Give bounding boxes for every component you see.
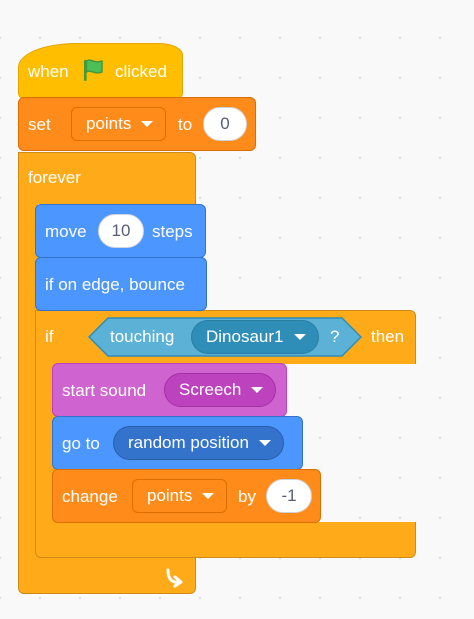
change-value-input[interactable]: -1 (266, 479, 312, 513)
bounce-label: if on edge, bounce (45, 275, 185, 294)
move-steps-input[interactable]: 10 (98, 214, 144, 248)
chevron-down-icon (251, 387, 264, 393)
if-label: if (45, 327, 54, 346)
touching-condition[interactable]: touching Dinosaur1 ? (88, 317, 362, 357)
clicked-label: clicked (115, 62, 167, 81)
chevron-down-icon (141, 121, 154, 127)
steps-label: steps (152, 222, 193, 241)
touching-question: ? (330, 327, 340, 346)
chevron-down-icon (258, 440, 271, 446)
by-label: by (238, 487, 256, 506)
chevron-down-icon (293, 334, 306, 340)
touching-target-value: Dinosaur1 (206, 327, 284, 346)
set-variable-dropdown[interactable]: points (71, 107, 167, 141)
touching-target-dropdown[interactable]: Dinosaur1 (191, 320, 319, 354)
go-to-target-dropdown[interactable]: random position (113, 426, 284, 460)
if-block-foot (35, 522, 416, 558)
chevron-down-icon (202, 493, 215, 499)
touching-label: touching (110, 327, 175, 346)
sound-dropdown[interactable]: Screech (164, 373, 277, 407)
set-value-input[interactable]: 0 (203, 107, 247, 141)
when-label: when (28, 62, 69, 81)
start-sound-label: start sound (62, 381, 147, 400)
change-label: change (62, 487, 118, 506)
go-to-label: go to (62, 434, 100, 453)
set-variable-value: points (86, 114, 132, 133)
then-label: then (371, 327, 405, 346)
sound-value: Screech (179, 380, 242, 399)
to-label: to (178, 115, 193, 134)
loop-arrow-icon (163, 566, 185, 588)
go-to-target-value: random position (128, 433, 249, 452)
move-label: move (45, 222, 87, 241)
forever-label: forever (28, 168, 81, 187)
change-variable-value: points (147, 486, 193, 505)
set-label: set (28, 115, 51, 134)
change-variable-dropdown[interactable]: points (132, 479, 228, 513)
green-flag-icon (80, 57, 106, 83)
